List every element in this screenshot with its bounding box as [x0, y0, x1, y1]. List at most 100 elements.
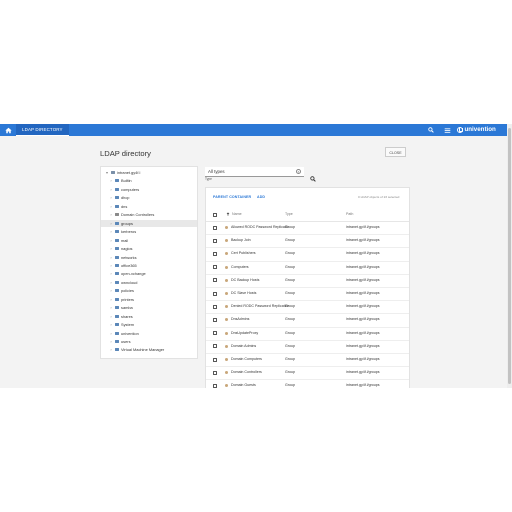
close-button[interactable]: CLOSE: [385, 147, 406, 157]
tree-item[interactable]: › dns: [101, 203, 197, 210]
tree-item[interactable]: › Virtual Machine Manager: [101, 346, 197, 353]
row-checkbox[interactable]: [213, 370, 218, 375]
tree-item[interactable]: › samba: [101, 304, 197, 311]
tree-item[interactable]: › System: [101, 321, 197, 328]
tree-item[interactable]: › kerberos: [101, 228, 197, 235]
filter-search-button[interactable]: [310, 169, 316, 182]
chevron-right-icon[interactable]: ›: [109, 203, 113, 210]
row-checkbox[interactable]: [213, 317, 218, 323]
chevron-right-icon[interactable]: ›: [109, 296, 113, 303]
table-row[interactable]: Computers Group intranet.gy4f.l/groups: [206, 261, 409, 275]
cell-name[interactable]: DnsAdmins: [231, 313, 289, 326]
chevron-right-icon[interactable]: ›: [109, 287, 113, 294]
chevron-right-icon[interactable]: ›: [109, 270, 113, 277]
select-all-checkbox[interactable]: [213, 212, 218, 217]
cell-name[interactable]: DnsUpdateProxy: [231, 327, 289, 340]
search-button[interactable]: [427, 126, 435, 134]
cell-name[interactable]: Cert Publishers: [231, 247, 289, 260]
tree-item[interactable]: › mail: [101, 237, 197, 244]
clear-icon[interactable]: ×: [296, 169, 301, 174]
table-row[interactable]: DnsAdmins Group intranet.gy4f.l/groups: [206, 313, 409, 328]
chevron-right-icon[interactable]: ›: [109, 338, 113, 345]
table-row[interactable]: DnsUpdateProxy Group intranet.gy4f.l/group…: [206, 327, 409, 341]
chevron-right-icon[interactable]: ›: [109, 279, 113, 286]
cell-name[interactable]: Domain Controllers: [231, 366, 289, 379]
chevron-right-icon[interactable]: ›: [109, 262, 113, 269]
chevron-right-icon[interactable]: ›: [109, 177, 113, 184]
cell-name[interactable]: DC Backup Hosts: [231, 274, 289, 287]
tab-ldap-directory[interactable]: LDAP DIRECTORY: [16, 124, 69, 136]
cell-name[interactable]: Computers: [231, 261, 289, 274]
cell-name[interactable]: Domain Computers: [231, 353, 289, 366]
row-checkbox[interactable]: [213, 278, 218, 283]
type-filter-select[interactable]: All types ×: [205, 167, 304, 177]
chevron-right-icon[interactable]: ›: [109, 237, 113, 244]
tree-item[interactable]: ▾ intranet.gy4f.l: [101, 169, 197, 176]
chevron-right-icon[interactable]: ›: [109, 254, 113, 261]
chevron-right-icon[interactable]: ›: [109, 346, 113, 353]
tree-item[interactable]: › owncloud: [101, 279, 197, 286]
add-button[interactable]: ADD: [257, 195, 265, 199]
row-checkbox[interactable]: [213, 265, 218, 270]
tree-item[interactable]: › nagios: [101, 245, 197, 252]
chevron-right-icon[interactable]: ›: [109, 211, 113, 218]
table-row[interactable]: Backup Join Group intranet.gy4f.l/groups: [206, 234, 409, 249]
tree-item[interactable]: › computers: [101, 186, 197, 193]
row-checkbox[interactable]: [213, 291, 218, 296]
column-header-type[interactable]: Type: [285, 208, 293, 221]
cell-name[interactable]: Domain Admins: [231, 340, 289, 353]
home-button[interactable]: [0, 124, 16, 136]
chevron-right-icon[interactable]: ›: [109, 220, 113, 227]
cell-path: intranet.gy4f.l/groups: [346, 225, 380, 229]
chevron-right-icon[interactable]: ›: [109, 245, 113, 252]
table-row[interactable]: Domain Admins Group intranet.gy4f.l/groups: [206, 340, 409, 354]
chevron-right-icon[interactable]: ›: [109, 330, 113, 337]
table-row[interactable]: DC Backup Hosts Group intranet.gy4f.l/grou…: [206, 274, 409, 288]
tree-item[interactable]: › policies: [101, 287, 197, 294]
chevron-down-icon[interactable]: ▾: [105, 169, 109, 176]
chevron-right-icon[interactable]: ›: [109, 304, 113, 311]
tree-item[interactable]: › shares: [101, 313, 197, 320]
table-row[interactable]: Domain Computers Group intranet.gy4f.l/gro…: [206, 353, 409, 368]
tree-item[interactable]: › networks: [101, 254, 197, 261]
sort-ascending-icon[interactable]: [226, 208, 230, 221]
tree-item[interactable]: › Domain Controllers: [101, 211, 197, 218]
table-row[interactable]: Domain Guests Group intranet.gy4f.l/groups: [206, 379, 409, 388]
row-checkbox[interactable]: [213, 357, 218, 362]
chevron-right-icon[interactable]: ›: [109, 228, 113, 235]
tree-item[interactable]: › office365: [101, 262, 197, 269]
cell-name[interactable]: DC Slave Hosts: [231, 287, 289, 300]
tree-item[interactable]: › groups: [101, 219, 197, 227]
column-header-name[interactable]: Name: [232, 208, 242, 221]
row-checkbox[interactable]: [213, 383, 218, 388]
row-checkbox[interactable]: [213, 304, 218, 309]
row-checkbox[interactable]: [213, 331, 218, 336]
tree-item[interactable]: › Builtin: [101, 177, 197, 184]
chevron-right-icon[interactable]: ›: [109, 321, 113, 328]
tree-item[interactable]: › dhcp: [101, 194, 197, 201]
cell-name[interactable]: Domain Guests: [231, 379, 289, 388]
tree-item[interactable]: › univention: [101, 330, 197, 337]
chevron-right-icon[interactable]: ›: [109, 313, 113, 320]
tree-item[interactable]: › users: [101, 338, 197, 345]
table-row[interactable]: Denied RODC Password Replication GroupGr…: [206, 300, 409, 315]
tree-item[interactable]: › open-xchange: [101, 270, 197, 277]
column-header-path[interactable]: Path: [346, 208, 353, 221]
cell-name[interactable]: Allowed RODC Password Replication Group: [231, 221, 289, 234]
parent-container-button[interactable]: PARENT CONTAINER: [213, 195, 251, 199]
row-checkbox[interactable]: [213, 251, 218, 257]
row-checkbox[interactable]: [213, 238, 218, 243]
table-row[interactable]: Cert Publishers Group intranet.gy4f.l/grou…: [206, 247, 409, 262]
cell-name[interactable]: Denied RODC Password Replication Group: [231, 300, 289, 313]
tree-item[interactable]: › printers: [101, 296, 197, 303]
cell-name[interactable]: Backup Join: [231, 234, 289, 247]
chevron-right-icon[interactable]: ›: [109, 194, 113, 201]
row-checkbox[interactable]: [213, 225, 218, 230]
table-row[interactable]: Allowed RODC Password Replication GroupG…: [206, 221, 409, 236]
row-checkbox[interactable]: [213, 344, 218, 349]
chevron-right-icon[interactable]: ›: [109, 186, 113, 193]
table-row[interactable]: Domain Controllers Group intranet.gy4f.l/g…: [206, 366, 409, 381]
menu-button[interactable]: [443, 126, 451, 134]
table-row[interactable]: DC Slave Hosts Group intranet.gy4f.l/group…: [206, 287, 409, 302]
page-scrollbar-thumb[interactable]: [508, 128, 511, 384]
